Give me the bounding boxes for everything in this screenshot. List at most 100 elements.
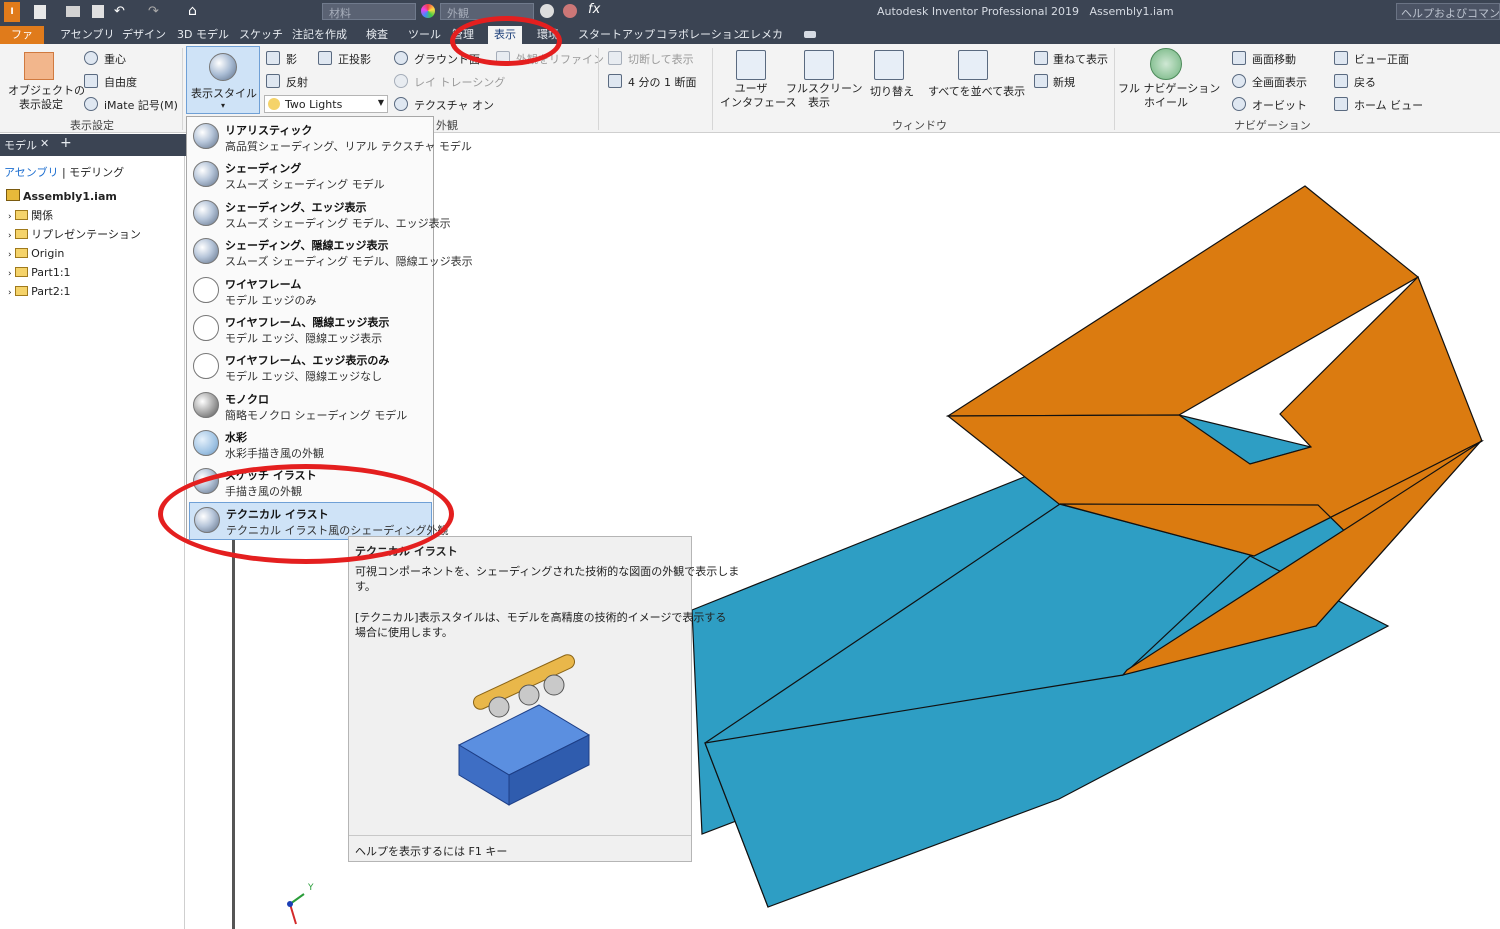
zoom-all-button[interactable]: 全画面表示 <box>1252 74 1307 90</box>
style-watercolor[interactable]: 水彩 水彩手描き風の外観 <box>189 426 432 464</box>
shadows-button[interactable]: 影 <box>286 51 297 67</box>
object-visibility-icon <box>24 52 54 80</box>
ribbon-tabs: ファイル アセンブリ デザイン 3D モデル スケッチ 注記を作成 検査 ツール… <box>0 24 1500 59</box>
tab-model[interactable]: モデル <box>4 137 37 153</box>
close-icon[interactable]: ✕ <box>40 137 49 150</box>
tree-item-part1[interactable]: › Part1:1 <box>8 264 71 282</box>
style-icon <box>193 392 219 418</box>
expand-icon[interactable]: › <box>8 231 12 241</box>
style-icon <box>193 430 219 456</box>
view-face-button[interactable]: ビュー正面 <box>1354 51 1409 67</box>
home-icon[interactable]: ⌂ <box>188 3 197 19</box>
style-desc: 簡略モノクロ シェーディング モデル <box>225 409 408 422</box>
panel-visibility-title: 表示設定 <box>70 119 114 132</box>
tab-sketch[interactable]: スケッチ <box>233 26 289 44</box>
redo-icon[interactable]: ↷ <box>148 4 159 19</box>
expand-icon[interactable]: › <box>8 269 12 279</box>
lighting-dropdown[interactable]: Two Lights ▼ <box>264 95 388 113</box>
user-interface-button[interactable]: ユーザ インタフェース <box>720 82 796 110</box>
style-wireframe[interactable]: ワイヤフレーム モデル エッジのみ <box>189 273 432 311</box>
clear-appearance-icon[interactable] <box>563 4 577 18</box>
dof-button[interactable]: 自由度 <box>104 74 137 90</box>
material-dropdown[interactable]: 材料 <box>322 3 416 20</box>
orbit-button[interactable]: オービット <box>1252 97 1307 113</box>
tab-assembly[interactable]: アセンブリ <box>54 26 120 44</box>
new-icon[interactable] <box>34 5 46 19</box>
tree-item-relations[interactable]: › 関係 <box>8 207 53 225</box>
tooltip: テクニカル イラスト 可視コンポーネントを、シェーディングされた技術的な図面の外… <box>348 536 739 862</box>
zoom-all-icon <box>1232 74 1246 88</box>
undo-icon[interactable]: ↶ <box>114 4 125 19</box>
style-desc: モデル エッジのみ <box>225 294 317 307</box>
expand-icon[interactable]: › <box>8 288 12 298</box>
expand-icon[interactable]: › <box>8 212 12 222</box>
tab-design[interactable]: デザイン <box>116 26 172 44</box>
lighting-value: Two Lights <box>285 98 343 111</box>
tab-tools[interactable]: ツール <box>402 26 447 44</box>
style-realistic[interactable]: リアリスティック 高品質シェーディング、リアル テクスチャ モデル <box>189 119 472 157</box>
object-visibility-button[interactable]: オブジェクトの 表示設定 <box>8 48 85 114</box>
tree-item-origin[interactable]: › Origin <box>8 245 64 263</box>
tooltip-line2: [テクニカル]表示スタイルは、モデルを高精度の技術的イメージで表示する <box>355 611 727 624</box>
expand-icon[interactable]: › <box>8 250 12 260</box>
app-title-text: Autodesk Inventor Professional 2019 <box>877 5 1080 18</box>
tab-inspect[interactable]: 検査 <box>360 26 394 44</box>
visual-style-button[interactable]: 表示スタイル ▾ <box>186 46 260 114</box>
tree-root[interactable]: Assembly1.iam <box>6 188 117 206</box>
pan-button[interactable]: 画面移動 <box>1252 51 1296 67</box>
tab-get-started[interactable]: スタートアップ <box>572 26 661 44</box>
style-name: シェーディング <box>225 162 302 175</box>
tree-item-label: 関係 <box>31 209 54 222</box>
section-view-button[interactable]: 切断して表示 <box>628 51 694 67</box>
ribbon-options-icon[interactable] <box>804 31 816 38</box>
quarter-section-icon <box>608 74 622 88</box>
center-of-gravity-button[interactable]: 重心 <box>104 51 126 67</box>
style-desc: スムーズ シェーディング モデル <box>225 178 385 191</box>
tree-item-label: リプレゼンテーション <box>31 228 141 241</box>
previous-view-button[interactable]: 戻る <box>1354 74 1376 90</box>
add-tab-button[interactable]: + <box>60 135 72 151</box>
app-logo[interactable]: I <box>4 2 20 22</box>
cascade-button[interactable]: 重ねて表示 <box>1053 51 1108 67</box>
new-window-button[interactable]: 新規 <box>1053 74 1075 90</box>
mode-modeling-link[interactable]: モデリング <box>69 166 124 179</box>
adjust-appearance-icon[interactable] <box>540 4 554 18</box>
home-view-button[interactable]: ホーム ビュー <box>1354 97 1423 113</box>
appearance-box-label: 外観 <box>447 7 469 20</box>
style-icon <box>193 200 219 226</box>
style-wireframe-hidden[interactable]: ワイヤフレーム、隠線エッジ表示 モデル エッジ、隠線エッジ表示 <box>189 311 432 349</box>
tab-file[interactable]: ファイル <box>0 26 44 59</box>
tooltip-illustration <box>457 654 591 806</box>
textures-button[interactable]: テクスチャ オン <box>414 97 494 113</box>
save-icon[interactable] <box>92 5 104 18</box>
visual-style-label: 表示スタイル <box>191 87 257 100</box>
orthographic-button[interactable]: 正投影 <box>338 51 371 67</box>
ray-tracing-button[interactable]: レイ トレーシング <box>414 74 505 90</box>
style-name: ワイヤフレーム、隠線エッジ表示 <box>225 316 390 329</box>
textures-icon <box>394 97 408 111</box>
mode-assembly-link[interactable]: アセンブリ <box>4 166 58 179</box>
style-icon <box>193 238 219 264</box>
tab-annotate[interactable]: 注記を作成 <box>286 26 353 44</box>
quarter-section-button[interactable]: 4 分の 1 断面 <box>628 74 697 90</box>
reflections-button[interactable]: 反射 <box>286 74 308 90</box>
tab-electromechanical[interactable]: エレメカ <box>733 26 789 44</box>
fx-icon[interactable]: fx <box>588 2 600 17</box>
style-shaded-hidden-edges[interactable]: シェーディング、隠線エッジ表示 スムーズ シェーディング モデル、隠線エッジ表示 <box>189 234 473 272</box>
style-icon <box>193 277 219 303</box>
full-nav-wheel-button[interactable]: フル ナビゲーション ホイール <box>1118 82 1220 110</box>
switch-window-button[interactable]: 切り替え <box>870 83 914 99</box>
tree-item-part2[interactable]: › Part2:1 <box>8 283 71 301</box>
tree-item-representations[interactable]: › リプレゼンテーション <box>8 226 141 244</box>
panel-separator <box>598 48 599 130</box>
help-search-box[interactable]: ヘルプおよびコマンドを <box>1396 3 1500 20</box>
style-wireframe-visible[interactable]: ワイヤフレーム、エッジ表示のみ モデル エッジ、隠線エッジなし <box>189 349 432 387</box>
imate-button[interactable]: iMate 記号(M) <box>104 97 178 113</box>
style-shaded[interactable]: シェーディングスムーズ シェーディング モデル <box>189 157 432 195</box>
tab-3d-model[interactable]: 3D モデル <box>171 26 235 44</box>
arrange-all-button[interactable]: すべてを並べて表示 <box>928 83 1025 99</box>
style-shaded-edges[interactable]: シェーディング、エッジ表示 スムーズ シェーディング モデル、エッジ表示 <box>189 196 451 234</box>
style-monochrome[interactable]: モノクロ 簡略モノクロ シェーディング モデル <box>189 388 432 426</box>
open-icon[interactable] <box>66 6 80 17</box>
full-screen-button[interactable]: フルスクリーン 表示 <box>786 82 862 110</box>
